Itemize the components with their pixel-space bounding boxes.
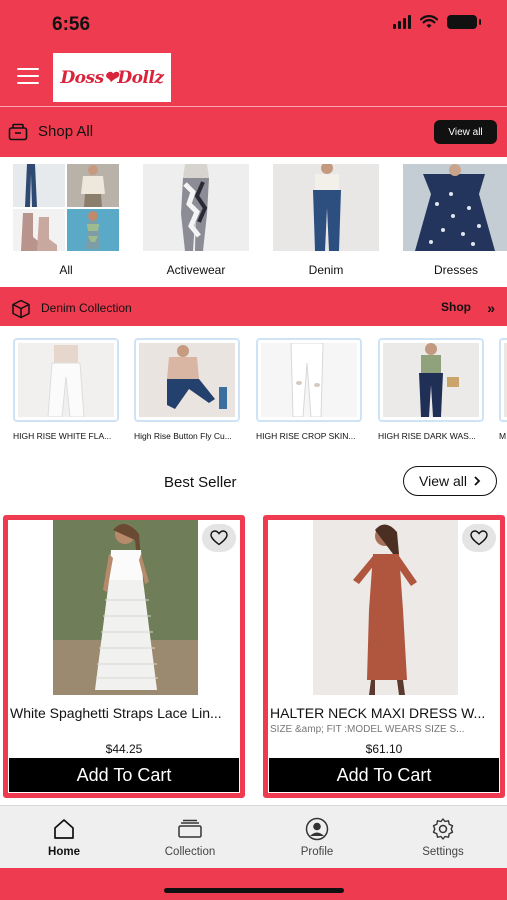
- denim-product-list: HIGH RISE WHITE FLA... High Rise Button …: [0, 328, 507, 455]
- category-list: All Activewear Denim Dresses: [0, 157, 507, 284]
- menu-icon[interactable]: [17, 68, 39, 84]
- denim-item[interactable]: HIGH RISE CROP SKIN...: [256, 338, 362, 441]
- best-seller-view-all-button[interactable]: View all: [403, 466, 497, 496]
- double-chevron-right-icon[interactable]: »: [487, 300, 495, 316]
- status-time: 6:56: [52, 14, 91, 35]
- category-label: Denim: [308, 263, 344, 277]
- status-icons: [393, 15, 481, 29]
- category-all[interactable]: All: [13, 164, 119, 277]
- shopping-box-icon: [8, 123, 28, 141]
- denim-shop-link[interactable]: Shop: [441, 300, 471, 314]
- denim-item-name: HIGH RISE CROP SKIN...: [256, 431, 356, 441]
- tab-home[interactable]: Home: [1, 806, 127, 869]
- denim-item-name: High Rise Button Fly Cu...: [134, 431, 232, 441]
- denim-item-name: HIGH RISE WHITE FLA...: [13, 431, 112, 441]
- home-icon: [54, 819, 74, 839]
- category-activewear-image: [143, 164, 249, 251]
- logo-text: Doss❤Dollz: [60, 67, 164, 88]
- denim-item-name: HIGH RISE DARK WAS...: [378, 431, 476, 441]
- denim-item[interactable]: HIGH RISE WHITE FLA...: [13, 338, 119, 441]
- product-price: $44.25: [105, 742, 143, 756]
- tab-label: Profile: [300, 846, 334, 858]
- denim-item-image: [139, 343, 235, 417]
- category-denim-image: [273, 164, 379, 251]
- denim-collection-bar[interactable]: Denim Collection Shop »: [0, 284, 507, 328]
- brand-logo[interactable]: Doss❤Dollz: [53, 53, 171, 102]
- home-indicator-area: [0, 868, 507, 900]
- denim-item-image: [18, 343, 114, 417]
- denim-item[interactable]: HIGH RISE DARK WAS...: [378, 338, 484, 441]
- settings-icon: [432, 818, 454, 840]
- package-icon: [12, 299, 30, 319]
- chevron-right-icon: [474, 476, 481, 486]
- product-card[interactable]: HALTER NECK MAXI DRESS W... SIZE &amp; F…: [263, 515, 505, 798]
- category-dresses-image: [403, 164, 507, 251]
- category-denim[interactable]: Denim: [273, 164, 379, 277]
- tab-settings[interactable]: Settings: [380, 806, 506, 869]
- product-subtitle: SIZE &amp; FIT :MODEL WEARS SIZE S...: [270, 724, 465, 735]
- tab-label: Collection: [164, 846, 216, 858]
- denim-item-name: M: [499, 431, 507, 441]
- shop-all-title: Shop All: [38, 123, 94, 140]
- collection-icon: [178, 819, 202, 838]
- best-seller-heading: Best Seller: [164, 474, 237, 491]
- tab-profile[interactable]: Profile: [254, 806, 380, 869]
- wishlist-heart-icon[interactable]: [462, 524, 496, 552]
- product-image: [53, 520, 198, 695]
- home-indicator[interactable]: [164, 888, 344, 893]
- category-label: All: [59, 263, 73, 277]
- view-all-label: View all: [419, 473, 467, 489]
- category-all-image: [13, 164, 119, 251]
- app-header: Doss❤Dollz: [0, 48, 507, 106]
- best-seller-section: Best Seller View all White Spaghetti Str…: [0, 455, 507, 805]
- product-price: $61.10: [365, 742, 403, 756]
- profile-icon: [305, 817, 329, 841]
- category-dresses[interactable]: Dresses: [403, 164, 507, 277]
- signal-icon: [393, 15, 411, 29]
- tab-collection[interactable]: Collection: [127, 806, 253, 869]
- product-image: [313, 520, 458, 695]
- category-activewear[interactable]: Activewear: [143, 164, 249, 277]
- product-name: HALTER NECK MAXI DRESS W...: [270, 705, 486, 721]
- wifi-icon: [420, 15, 438, 28]
- denim-item[interactable]: M: [499, 338, 507, 441]
- wishlist-heart-icon[interactable]: [202, 524, 236, 552]
- denim-collection-title: Denim Collection: [41, 301, 132, 315]
- product-name: White Spaghetti Straps Lace Lin...: [10, 705, 222, 721]
- category-label: Activewear: [166, 263, 226, 277]
- battery-icon: [447, 15, 481, 29]
- category-label: Dresses: [433, 263, 478, 277]
- shop-all-row: Shop All View all: [0, 107, 507, 157]
- status-bar: 6:56: [0, 0, 507, 48]
- tab-label: Settings: [422, 846, 464, 858]
- bottom-tab-bar: Home Collection Profile Settings: [0, 805, 507, 868]
- denim-item-image: [261, 343, 357, 417]
- denim-item[interactable]: High Rise Button Fly Cu...: [134, 338, 240, 441]
- add-to-cart-button[interactable]: Add To Cart: [9, 758, 239, 792]
- denim-item-image: [383, 343, 479, 417]
- add-to-cart-button[interactable]: Add To Cart: [269, 758, 499, 792]
- product-card[interactable]: White Spaghetti Straps Lace Lin... $44.2…: [3, 515, 245, 798]
- tab-label: Home: [48, 846, 80, 858]
- shop-all-view-all-button[interactable]: View all: [434, 120, 497, 144]
